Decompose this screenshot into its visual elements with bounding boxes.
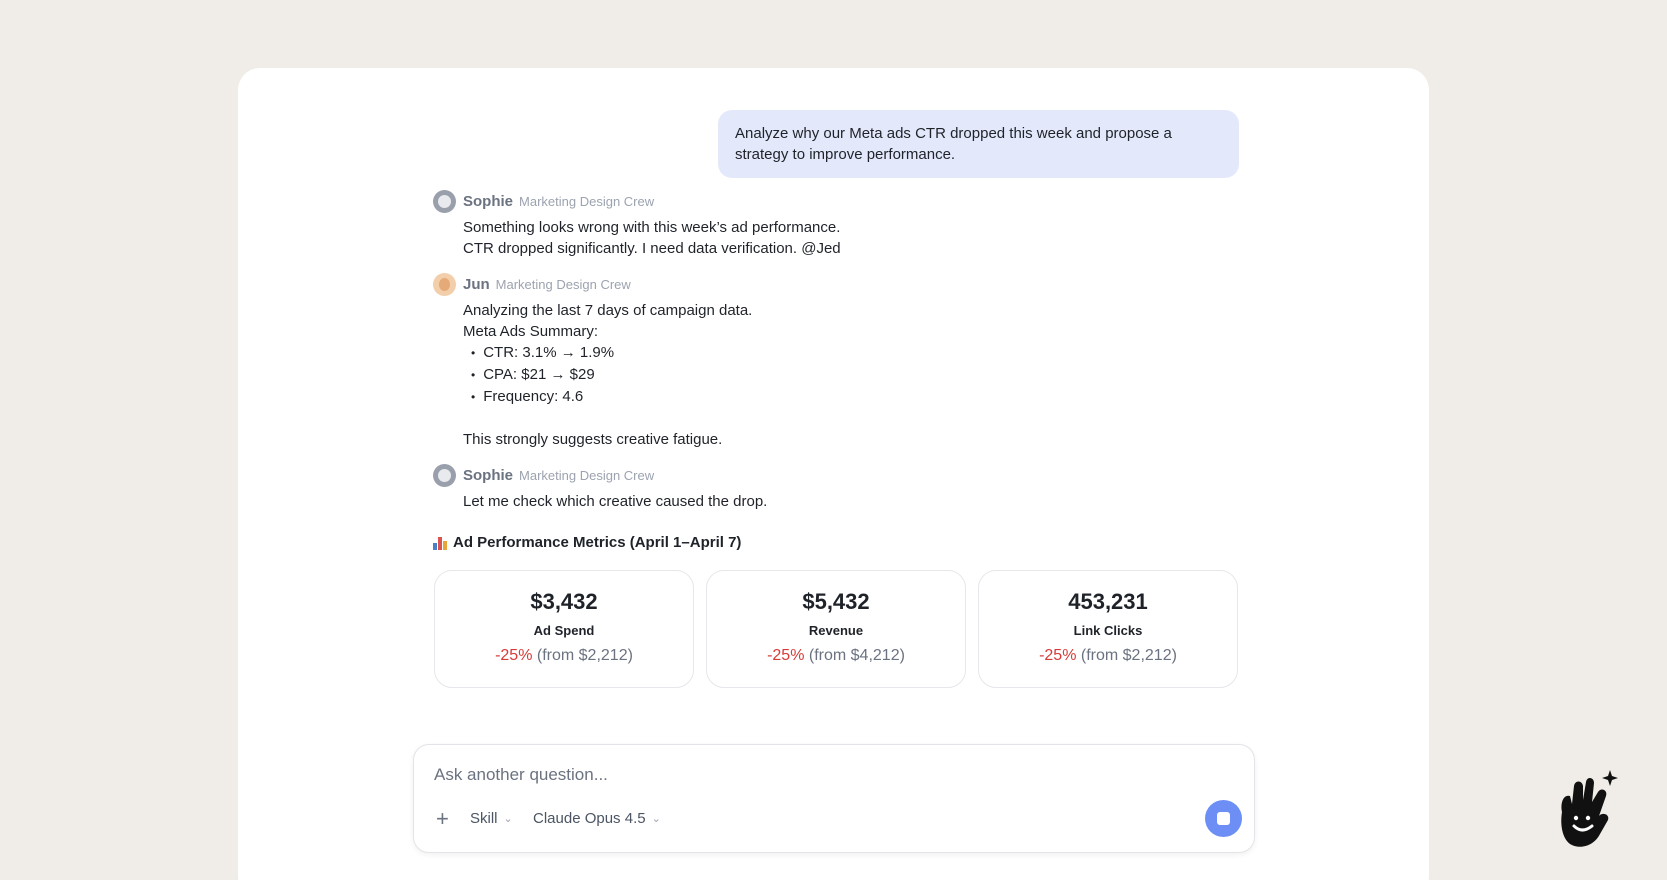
assistant-message: Sophie Marketing Design Crew Let me chec… — [433, 463, 1233, 512]
metric-change-percent: -25% — [767, 647, 805, 664]
metrics-title: Ad Performance Metrics (April 1–April 7) — [433, 534, 741, 551]
metric-value: $5,432 — [802, 589, 870, 614]
metric-value: 453,231 — [1068, 589, 1148, 614]
metric-label: Revenue — [808, 623, 864, 638]
message-line: Meta Ads Summary: — [463, 323, 599, 340]
message-line: CTR dropped significantly. I need data v… — [463, 240, 841, 257]
metric-label: Link Clicks — [1073, 623, 1143, 638]
skill-dropdown[interactable]: Skill ⌄ — [470, 810, 513, 827]
metric-change-percent: -25% — [495, 647, 533, 664]
assistant-message: Jun Marketing Design Crew Analyzing the … — [433, 272, 1233, 450]
chevron-down-icon: ⌄ — [503, 813, 513, 825]
avatar — [433, 272, 456, 296]
sender-name: Sophie — [463, 466, 514, 484]
list-item: Frequency: 4.6 — [471, 386, 1233, 408]
model-dropdown-label: Claude Opus 4.5 — [533, 810, 646, 827]
metric-value: $3,432 — [530, 589, 598, 614]
list-item: CPA: $21 → $29 — [471, 364, 1233, 386]
bar-chart-icon — [433, 536, 447, 550]
sender-name: Jun — [463, 275, 490, 293]
user-message-text: Analyze why our Meta ads CTR dropped thi… — [735, 125, 1172, 163]
list-item: CTR: 3.1% → 1.9% — [471, 342, 1233, 364]
crew-name: Marketing Design Crew — [519, 193, 655, 209]
metric-card-link-clicks: 453,231 Link Clicks -25% (from $2,212) — [978, 570, 1238, 688]
stop-icon — [1217, 812, 1230, 825]
metrics-title-text: Ad Performance Metrics (April 1–April 7) — [453, 534, 742, 551]
message-line: This strongly suggests creative fatigue. — [463, 431, 723, 448]
metric-change: -25% (from $2,212) — [435, 647, 693, 665]
crew-name: Marketing Design Crew — [495, 276, 631, 292]
plus-icon[interactable]: + — [436, 808, 449, 830]
metric-change: -25% (from $2,212) — [979, 647, 1237, 665]
message-line: Analyzing the last 7 days of campaign da… — [463, 302, 753, 319]
chevron-down-icon: ⌄ — [651, 813, 661, 825]
metrics-list: CTR: 3.1% → 1.9% CPA: $21 → $29 Frequenc… — [463, 342, 1233, 408]
message-line: Something looks wrong with this week’s a… — [463, 219, 841, 236]
skill-dropdown-label: Skill — [470, 810, 498, 827]
hand-logo-icon — [1561, 770, 1618, 847]
metric-card-ad-spend: $3,432 Ad Spend -25% (from $2,212) — [434, 570, 694, 688]
metric-change-from: (from $2,212) — [1080, 647, 1177, 664]
metric-change: -25% (from $4,212) — [707, 647, 965, 665]
avatar — [433, 463, 456, 487]
composer: + Skill ⌄ Claude Opus 4.5 ⌄ — [413, 744, 1255, 853]
model-dropdown[interactable]: Claude Opus 4.5 ⌄ — [533, 810, 661, 827]
metric-change-percent: -25% — [1039, 647, 1077, 664]
user-message-bubble: Analyze why our Meta ads CTR dropped thi… — [718, 110, 1239, 178]
crew-name: Marketing Design Crew — [519, 467, 655, 483]
metric-card-revenue: $5,432 Revenue -25% (from $4,212) — [706, 570, 966, 688]
metric-change-from: (from $4,212) — [808, 647, 905, 664]
question-input[interactable] — [434, 765, 1134, 785]
metric-label: Ad Spend — [533, 623, 595, 638]
message-line: Let me check which creative caused the d… — [463, 493, 768, 510]
stop-button[interactable] — [1205, 800, 1242, 837]
assistant-message: Sophie Marketing Design Crew Something l… — [433, 189, 1233, 259]
avatar — [433, 189, 456, 213]
metric-change-from: (from $2,212) — [536, 647, 633, 664]
sender-name: Sophie — [463, 192, 514, 210]
